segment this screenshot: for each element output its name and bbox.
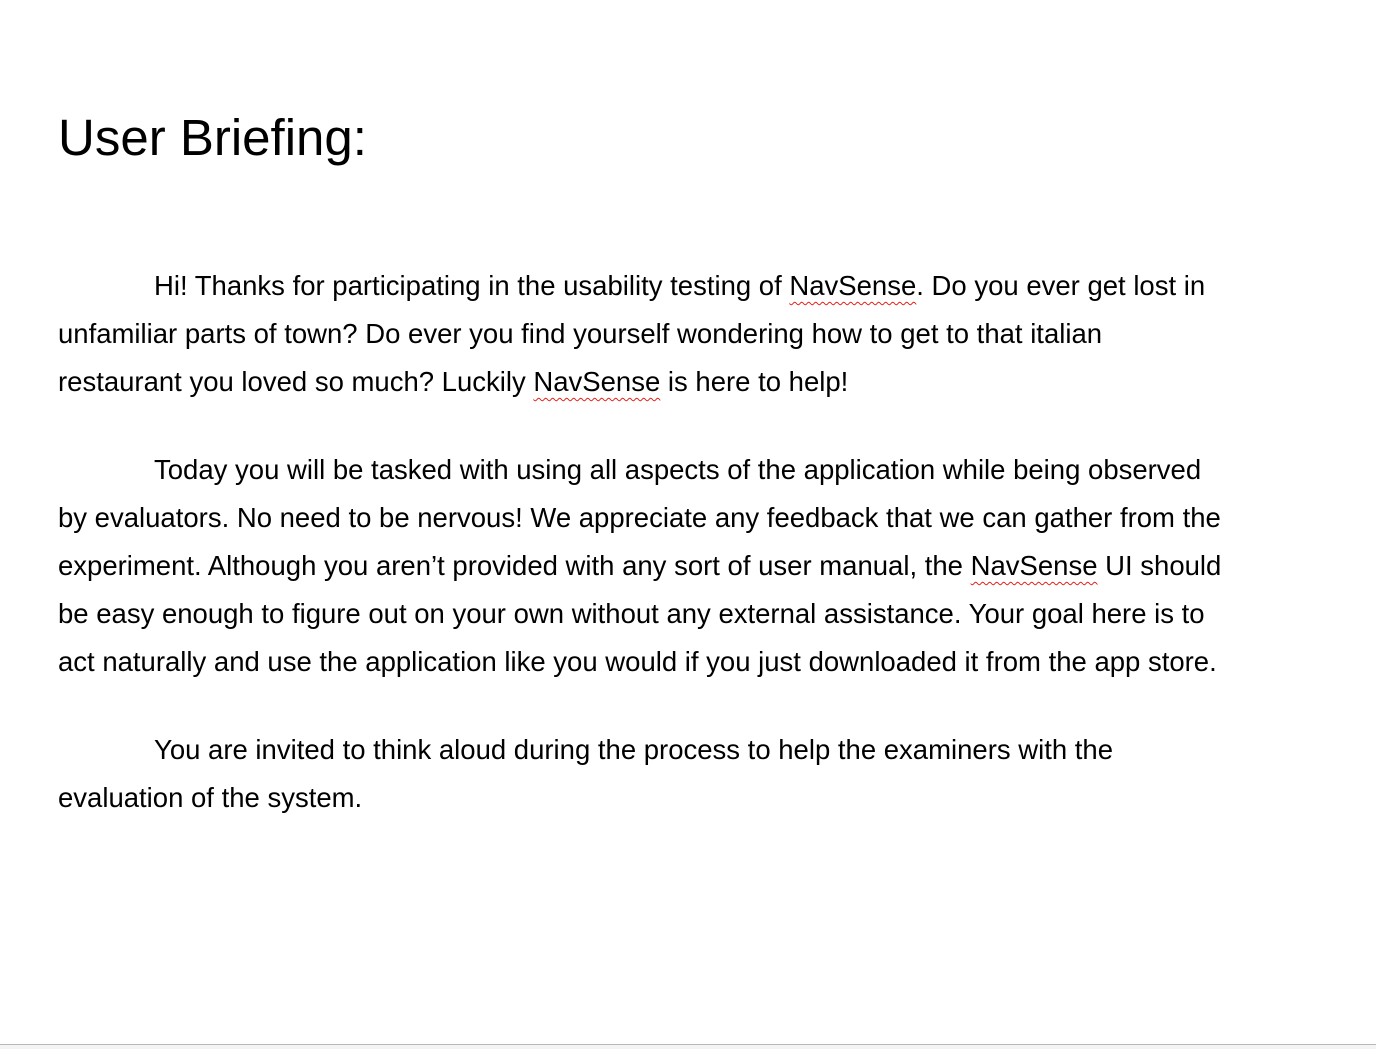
text-line: be easy enough to figure out on your own… [58, 598, 1205, 629]
page-title: User Briefing: [58, 109, 367, 166]
misspelled-word: NavSense [533, 366, 661, 397]
text-line: by evaluators. No need to be nervous! We… [58, 502, 1221, 533]
text-line: act naturally and use the application li… [58, 646, 1217, 677]
paragraph-1: Hi! Thanks for participating in the usab… [58, 262, 1318, 406]
page-bottom-edge [0, 1044, 1376, 1049]
misspelled-word: NavSense [789, 270, 917, 301]
text-line: evaluation of the system. [58, 782, 363, 813]
text-line: unfamiliar parts of town? Do ever you fi… [58, 318, 1103, 349]
text-line: Today you will be tasked with using all … [154, 454, 1202, 485]
misspelled-word: NavSense [970, 550, 1098, 581]
paragraph-2: Today you will be tasked with using all … [58, 446, 1318, 686]
text-line: You are invited to think aloud during th… [154, 734, 1114, 765]
text-line: Hi! Thanks for participating in the usab… [154, 270, 1206, 301]
paragraph-3: You are invited to think aloud during th… [58, 726, 1318, 822]
text-line: restaurant you loved so much? Luckily Na… [58, 366, 849, 397]
text-line: experiment. Although you aren’t provided… [58, 550, 1222, 581]
document-body: Hi! Thanks for participating in the usab… [58, 262, 1318, 862]
document-page: User Briefing: Hi! Thanks for participat… [0, 0, 1376, 1044]
